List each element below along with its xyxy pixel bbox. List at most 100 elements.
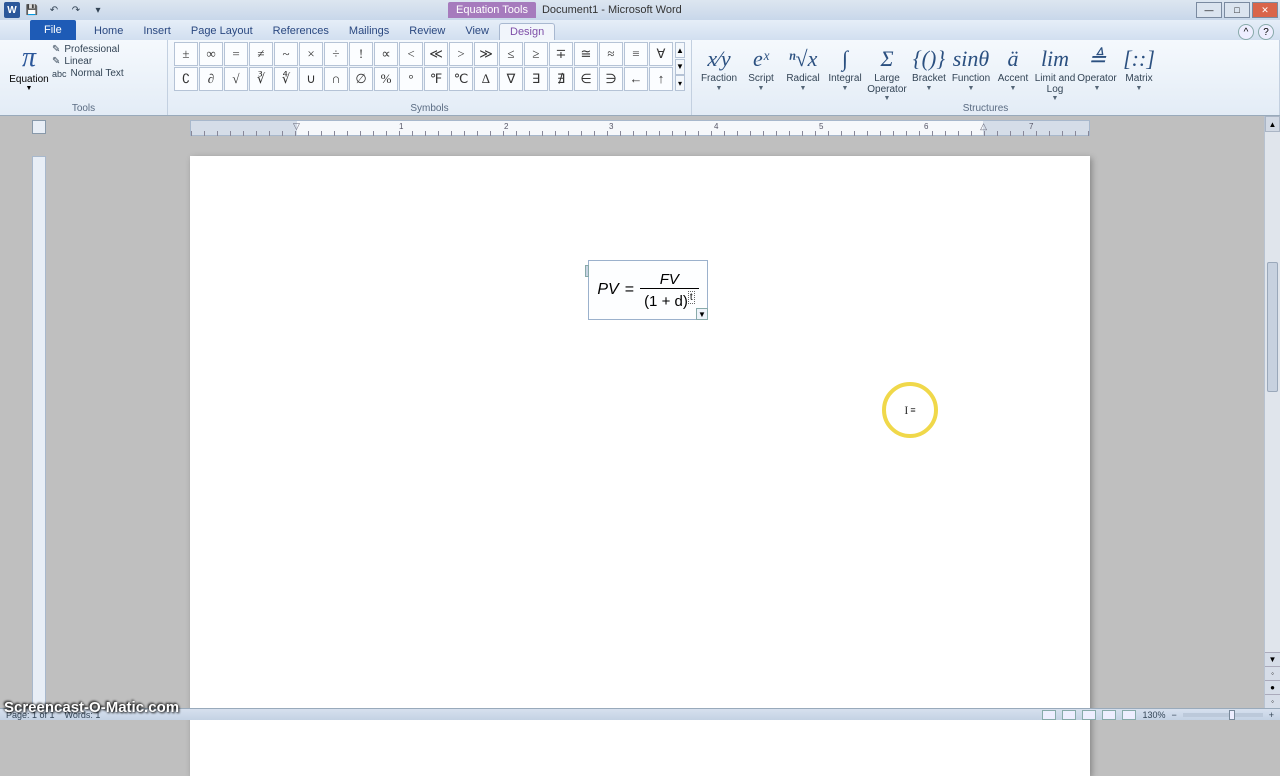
browse-object-button[interactable]: ●	[1265, 680, 1280, 694]
equation-exponent-placeholder[interactable]: t	[688, 291, 695, 304]
web-layout-view[interactable]	[1082, 710, 1096, 720]
zoom-out-button[interactable]: −	[1171, 710, 1176, 720]
structure-accent[interactable]: äAccent▼	[992, 42, 1034, 102]
symbol-button[interactable]: ∈	[574, 67, 598, 91]
structure-script[interactable]: eˣScript▼	[740, 42, 782, 102]
equation-button[interactable]: π Equation ▼	[6, 42, 52, 92]
symbol-button[interactable]: >	[449, 42, 473, 66]
vertical-ruler[interactable]	[32, 156, 46, 708]
professional-option[interactable]: ✎Professional	[52, 44, 124, 55]
symbol-button[interactable]: ←	[624, 67, 648, 91]
tab-design[interactable]: Design	[499, 23, 555, 40]
tab-mailings[interactable]: Mailings	[339, 23, 399, 40]
symbol-button[interactable]: ℃	[449, 67, 473, 91]
symbol-button[interactable]: ≪	[424, 42, 448, 66]
symbol-button[interactable]: ∆	[474, 67, 498, 91]
fullscreen-view[interactable]	[1062, 710, 1076, 720]
symbol-button[interactable]: ℉	[424, 67, 448, 91]
tab-insert[interactable]: Insert	[133, 23, 181, 40]
symbol-more[interactable]: ▾	[675, 75, 685, 91]
symbol-button[interactable]: ≫	[474, 42, 498, 66]
help-icon[interactable]: ?	[1258, 24, 1274, 40]
structure-large-operator[interactable]: ΣLarge Operator▼	[866, 42, 908, 102]
symbol-button[interactable]: !	[349, 42, 373, 66]
symbol-button[interactable]: ∛	[249, 67, 273, 91]
tab-page-layout[interactable]: Page Layout	[181, 23, 263, 40]
symbol-button[interactable]: ∝	[374, 42, 398, 66]
tab-references[interactable]: References	[263, 23, 339, 40]
structure-radical[interactable]: ⁿ√xRadical▼	[782, 42, 824, 102]
zoom-in-button[interactable]: +	[1269, 710, 1274, 720]
ruler-corner[interactable]	[32, 120, 46, 134]
tab-review[interactable]: Review	[399, 23, 455, 40]
normal-text-option[interactable]: abcNormal Text	[52, 68, 124, 79]
outline-view[interactable]	[1102, 710, 1116, 720]
symbol-button[interactable]: %	[374, 67, 398, 91]
structure-limit-and-log[interactable]: limLimit and Log▼	[1034, 42, 1076, 102]
equation-container[interactable]: PV = FV (1 + d)t ▼	[588, 260, 708, 320]
symbol-button[interactable]: ∜	[274, 67, 298, 91]
symbol-button[interactable]: ~	[274, 42, 298, 66]
symbol-button[interactable]: =	[224, 42, 248, 66]
symbol-button[interactable]: ×	[299, 42, 323, 66]
zoom-slider[interactable]	[1183, 713, 1263, 717]
symbol-button[interactable]: ∩	[324, 67, 348, 91]
maximize-button[interactable]: □	[1224, 2, 1250, 18]
symbol-button[interactable]: ∁	[174, 67, 198, 91]
symbol-button[interactable]: ∄	[549, 67, 573, 91]
prev-page-button[interactable]: ◦	[1265, 666, 1280, 680]
symbol-scroll-up[interactable]: ▲	[675, 42, 685, 58]
equation-options-dropdown[interactable]: ▼	[696, 308, 708, 320]
structure-matrix[interactable]: [::]Matrix▼	[1118, 42, 1160, 102]
linear-option[interactable]: ✎Linear	[52, 56, 124, 67]
redo-button[interactable]: ↷	[66, 2, 86, 18]
scroll-down-arrow[interactable]: ▼	[1265, 652, 1280, 666]
tab-file[interactable]: File	[30, 20, 76, 40]
symbol-button[interactable]: ≡	[624, 42, 648, 66]
structure-fraction[interactable]: x⁄yFraction▼	[698, 42, 740, 102]
symbol-button[interactable]: ≠	[249, 42, 273, 66]
draft-view[interactable]	[1122, 710, 1136, 720]
symbol-button[interactable]: ÷	[324, 42, 348, 66]
save-button[interactable]: 💾	[22, 2, 42, 18]
structure-function[interactable]: sinθFunction▼	[950, 42, 992, 102]
symbol-button[interactable]: ∋	[599, 67, 623, 91]
structure-integral[interactable]: ∫Integral▼	[824, 42, 866, 102]
symbol-button[interactable]: ≤	[499, 42, 523, 66]
symbol-button[interactable]: ±	[174, 42, 198, 66]
document-page[interactable]: PV = FV (1 + d)t ▼ I≡	[190, 156, 1090, 776]
symbol-button[interactable]: ≥	[524, 42, 548, 66]
structure-operator[interactable]: ≜Operator▼	[1076, 42, 1118, 102]
vertical-scrollbar[interactable]: ▲ ▼ ◦ ● ◦	[1264, 116, 1280, 708]
symbol-button[interactable]: ∀	[649, 42, 673, 66]
minimize-button[interactable]: —	[1196, 2, 1222, 18]
symbol-button[interactable]: √	[224, 67, 248, 91]
qat-customize[interactable]: ▾	[88, 2, 108, 18]
collapse-ribbon-icon[interactable]: ^	[1238, 24, 1254, 40]
symbol-button[interactable]: ∃	[524, 67, 548, 91]
symbol-button[interactable]: ≈	[599, 42, 623, 66]
status-zoom[interactable]: 130%	[1142, 710, 1165, 720]
structure-bracket[interactable]: {()}Bracket▼	[908, 42, 950, 102]
symbol-button[interactable]: <	[399, 42, 423, 66]
symbol-scroll-down[interactable]: ▼	[675, 59, 685, 75]
next-page-button[interactable]: ◦	[1265, 694, 1280, 708]
equation-content[interactable]: PV = FV (1 + d)t	[589, 261, 707, 319]
undo-button[interactable]: ↶	[44, 2, 64, 18]
scroll-thumb[interactable]	[1267, 262, 1278, 392]
symbol-button[interactable]: ↑	[649, 67, 673, 91]
symbol-button[interactable]: °	[399, 67, 423, 91]
symbol-button[interactable]: ∪	[299, 67, 323, 91]
equation-handle[interactable]	[585, 265, 589, 277]
symbol-button[interactable]: ≅	[574, 42, 598, 66]
tab-home[interactable]: Home	[84, 23, 133, 40]
close-button[interactable]: ✕	[1252, 2, 1278, 18]
symbol-button[interactable]: ∓	[549, 42, 573, 66]
scroll-up-arrow[interactable]: ▲	[1265, 116, 1280, 132]
tab-view[interactable]: View	[455, 23, 499, 40]
print-layout-view[interactable]	[1042, 710, 1056, 720]
symbol-button[interactable]: ∅	[349, 67, 373, 91]
symbol-button[interactable]: ∂	[199, 67, 223, 91]
symbol-button[interactable]: ∇	[499, 67, 523, 91]
horizontal-ruler[interactable]: ▽ △ 1234567	[190, 120, 1090, 136]
